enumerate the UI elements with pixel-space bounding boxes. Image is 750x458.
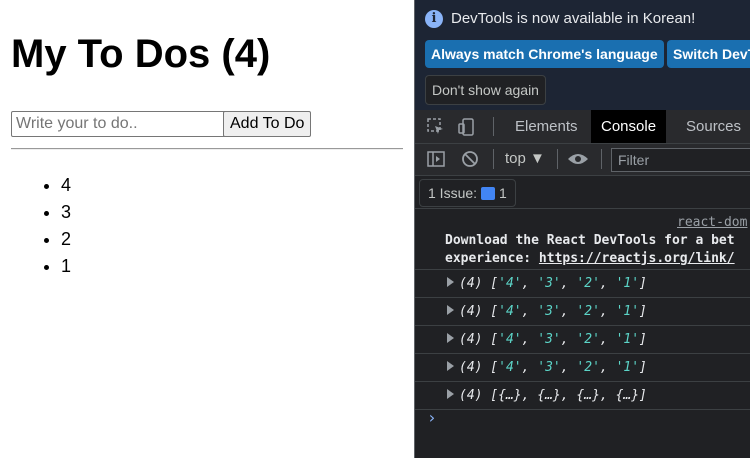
expand-triangle-icon[interactable] (447, 333, 454, 343)
console-log-row[interactable]: (4) ['4', '3', '2', '1'] (415, 270, 750, 298)
log-text: (4) ['4', '3', '2', '1'] (459, 276, 647, 291)
issues-label: 1 Issue: (428, 185, 478, 201)
tab-console[interactable]: Console (591, 110, 667, 143)
list-item: 1 (61, 255, 71, 282)
log-text: (4) ['4', '3', '2', '1'] (459, 304, 647, 319)
dont-show-again-button[interactable]: Don't show again (425, 75, 546, 105)
log-text: (4) [{…}, {…}, {…}, {…}] (459, 388, 647, 403)
list-item: 3 (61, 201, 71, 228)
expand-triangle-icon[interactable] (447, 305, 454, 315)
info-icon: i (425, 10, 443, 28)
infobar-message: DevTools is now available in Korean! (451, 10, 696, 27)
language-infobar: i DevTools is now available in Korean! A… (415, 0, 750, 111)
context-selector[interactable]: top ▼ (505, 150, 545, 167)
console-message: react-dom Download the React DevTools fo… (415, 209, 750, 270)
device-toolbar-icon[interactable] (457, 117, 477, 137)
todo-input[interactable] (11, 111, 228, 137)
switch-devtools-button[interactable]: Switch DevT (667, 40, 750, 68)
filter-input[interactable]: Filter (611, 148, 750, 172)
sidebar-toggle-icon[interactable] (427, 151, 445, 167)
issue-icon (481, 187, 496, 200)
console-log-row[interactable]: (4) ['4', '3', '2', '1'] (415, 298, 750, 326)
message-text: Download the React DevTools for a bet (445, 233, 735, 248)
list-item: 4 (61, 174, 71, 201)
console-toolbar: top ▼ Filter (415, 144, 750, 176)
message-text: experience: https://reactjs.org/link/ (445, 251, 735, 266)
issues-count: 1 (499, 185, 507, 201)
tab-separator (493, 117, 494, 136)
list-item: 2 (61, 228, 71, 255)
toolbar-separator (493, 149, 494, 169)
issues-button[interactable]: 1 Issue: 1 (419, 179, 516, 207)
todo-app: My To Dos (4) Add To Do 4 3 2 1 (0, 0, 414, 458)
devtools-panel: i DevTools is now available in Korean! A… (414, 0, 750, 458)
expand-triangle-icon[interactable] (447, 389, 454, 399)
add-todo-button[interactable]: Add To Do (223, 111, 312, 137)
divider (11, 148, 403, 150)
tab-sources[interactable]: Sources (676, 110, 750, 143)
console-log-row[interactable]: (4) [{…}, {…}, {…}, {…}] (415, 382, 750, 410)
eye-icon[interactable] (567, 152, 589, 166)
react-devtools-link[interactable]: https://reactjs.org/link/ (539, 251, 735, 266)
match-language-button[interactable]: Always match Chrome's language (425, 40, 664, 68)
toolbar-separator (557, 149, 558, 169)
inspect-icon[interactable] (427, 118, 445, 136)
expand-triangle-icon[interactable] (447, 277, 454, 287)
log-text: (4) ['4', '3', '2', '1'] (459, 332, 647, 347)
console-prompt[interactable]: › (427, 408, 437, 427)
todo-list: 4 3 2 1 (22, 174, 71, 282)
page-title: My To Dos (4) (11, 32, 271, 76)
console-log-row[interactable]: (4) ['4', '3', '2', '1'] (415, 326, 750, 354)
console-log-row[interactable]: (4) ['4', '3', '2', '1'] (415, 354, 750, 382)
log-text: (4) ['4', '3', '2', '1'] (459, 360, 647, 375)
toolbar-separator (601, 149, 602, 169)
issues-bar: 1 Issue: 1 (415, 176, 750, 209)
message-source-link[interactable]: react-dom (677, 215, 747, 230)
tab-elements[interactable]: Elements (505, 110, 588, 143)
console-output: react-dom Download the React DevTools fo… (415, 209, 750, 410)
clear-console-icon[interactable] (461, 150, 479, 168)
devtools-tabbar: Elements Console Sources (415, 110, 750, 144)
expand-triangle-icon[interactable] (447, 361, 454, 371)
